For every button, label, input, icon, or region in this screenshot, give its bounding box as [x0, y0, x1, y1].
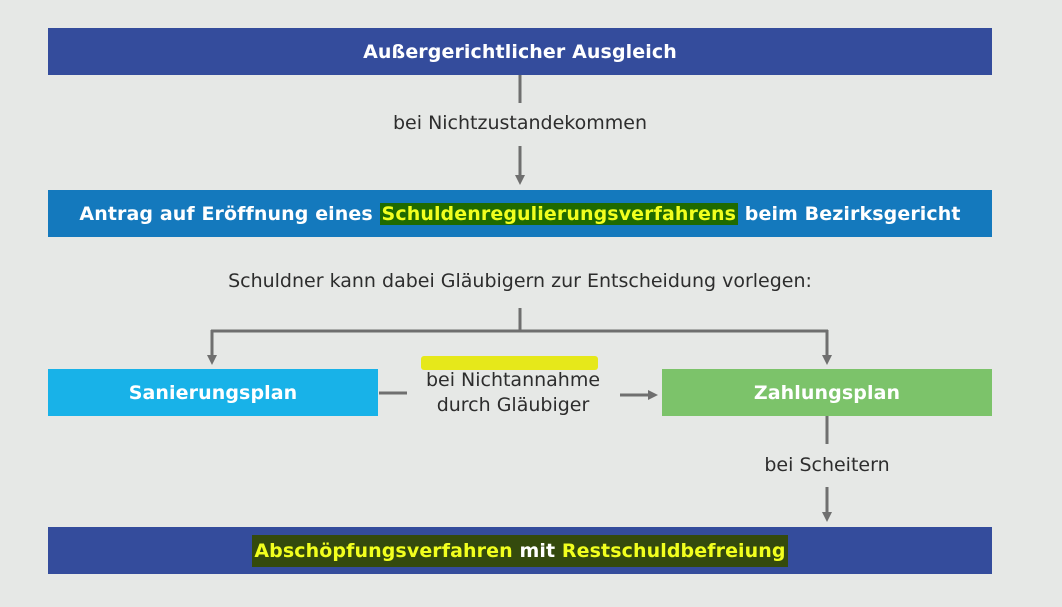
flowchart: Außergerichtlicher Ausgleich bei Nichtzu… [0, 0, 1062, 607]
connector-lines [207, 75, 832, 522]
box-aussergerichtlicher-ausgleich: Außergerichtlicher Ausgleich [48, 28, 992, 75]
abschoepfung-highlight-band: Abschöpfungsverfahren mit Restschuldbefr… [252, 534, 788, 567]
label-bei-scheitern-text: bei Scheitern [764, 454, 890, 476]
box-zahlungsplan-label: Zahlungsplan [753, 381, 901, 404]
label-schuldner-vorlegen: Schuldner kann dabei Gläubigern zur Ents… [120, 270, 920, 292]
box-aussergerichtlicher-ausgleich-label: Außergerichtlicher Ausgleich [363, 40, 677, 63]
label-bei-nichtannahme-line2: durch Gläubiger [436, 394, 590, 416]
label-bei-nichtzustandekommen-text: bei Nichtzustandekommen [393, 112, 647, 134]
label-bei-nichtzustandekommen: bei Nichtzustandekommen [360, 112, 680, 134]
box-sanierungsplan-label: Sanierungsplan [128, 381, 298, 404]
antrag-suffix: beim Bezirksgericht [738, 202, 961, 225]
label-schuldner-vorlegen-text: Schuldner kann dabei Gläubigern zur Ents… [228, 270, 812, 292]
box-sanierungsplan: Sanierungsplan [48, 369, 378, 416]
abschoepfung-middle: mit [512, 539, 562, 562]
label-bei-nichtannahme: bei Nichtannahme durch Gläubiger [404, 368, 622, 418]
box-abschoepfungsverfahren: Abschöpfungsverfahren mit Restschuldbefr… [48, 527, 992, 574]
abschoepfung-part2: Restschuldbefreiung [561, 539, 786, 562]
abschoepfung-part1: Abschöpfungsverfahren [254, 539, 513, 562]
box-zahlungsplan: Zahlungsplan [662, 369, 992, 416]
antrag-prefix: Antrag auf Eröffnung eines [79, 202, 380, 225]
label-bei-scheitern: bei Scheitern [727, 454, 927, 476]
antrag-highlight-schuldenregulierungsverfahrens: Schuldenregulierungsverfahrens [379, 202, 739, 225]
box-antrag-eroeffnung: Antrag auf Eröffnung eines Schuldenregul… [48, 190, 992, 237]
label-bei-nichtannahme-line1: bei Nichtannahme [425, 369, 601, 391]
